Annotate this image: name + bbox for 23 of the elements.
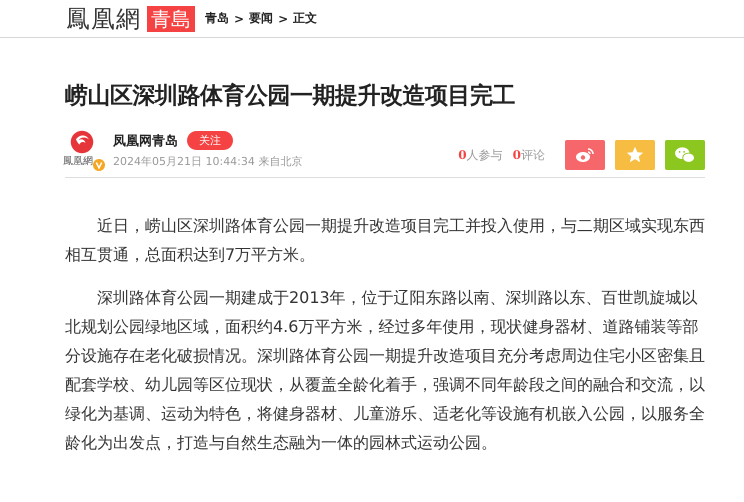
breadcrumb-separator: > <box>278 12 288 26</box>
favorite-button[interactable] <box>615 140 655 170</box>
star-icon <box>626 146 644 164</box>
follow-button[interactable]: 关注 <box>187 131 233 150</box>
publish-info: 2024年05月21日 10:44:34 来自北京 <box>113 154 302 169</box>
breadcrumb-link[interactable]: 要闻 <box>249 10 274 27</box>
channel-logo[interactable]: 青島 <box>147 6 195 32</box>
author-name[interactable]: 凤凰网青岛 <box>113 132 178 150</box>
weibo-icon <box>575 147 595 163</box>
article-paragraph: 近日，崂山区深圳路体育公园一期提升改造项目完工并投入使用，与二期区域实现东西相互贯通，总面积达到7万平方米。 <box>65 215 705 266</box>
avatar-caption: 鳳凰網 <box>63 156 93 168</box>
breadcrumb-separator: > <box>234 12 244 26</box>
weibo-share-button[interactable] <box>565 140 605 170</box>
site-logo[interactable]: 鳳凰網 <box>66 2 141 34</box>
article-paragraph: 深圳路体育公园一期建成于2013年，位于辽阳东路以南、深圳路以东、百世凯旋城以北规划公园绿地区域，面积约4.6万平方米，经过多年使用，现状健身器材、道路铺装等部分设施存在老化破损情况。深圳路体育公园一期提升改造项目充分考虑周边住宅小区密集且配套学校、幼儿园等区位现状，从覆盖全龄化着手，强调不同年龄段之间的融合和交流，以绿化为基调、运动为特色，将健身器材、儿童游乐、适老化等设施有机嵌入公园，以服务全龄化为出发点，打造与自然生态融为一体的园林式运动公园。 <box>65 287 705 454</box>
breadcrumb-link[interactable]: 青岛 <box>205 10 229 27</box>
article-title: 崂山区深圳路体育公园一期提升改造项目完工 <box>65 82 516 111</box>
breadcrumb-link[interactable]: 正文 <box>293 10 318 27</box>
stat-count: 0人参与 <box>458 146 503 164</box>
logo-icon <box>69 129 95 155</box>
wechat-share-button[interactable] <box>665 140 705 170</box>
wechat-icon <box>674 146 696 164</box>
stat-count: 0评论 <box>512 146 545 164</box>
